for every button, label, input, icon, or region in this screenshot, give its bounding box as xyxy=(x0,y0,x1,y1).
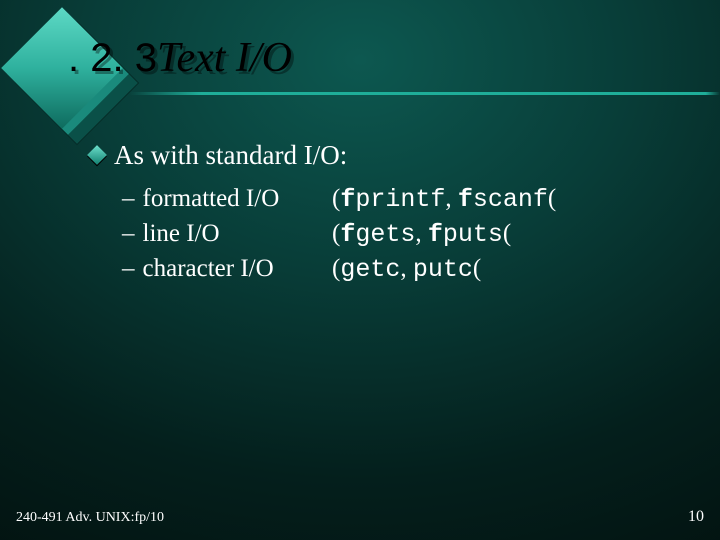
section-number: . 2. 3 xyxy=(68,36,157,80)
list-item: –character I/O(getc, putc( xyxy=(122,255,556,284)
io-functions: (fgets, fputs( xyxy=(332,220,511,249)
io-type-label: –line I/O xyxy=(122,220,332,249)
io-functions: (fprintf, fscanf( xyxy=(332,185,556,214)
slide-body: As with standard I/O: –formatted I/O(fpr… xyxy=(90,140,556,290)
lead-text: As with standard I/O: xyxy=(114,140,347,170)
io-functions: (getc, putc( xyxy=(332,255,481,284)
io-type-label: –character I/O xyxy=(122,255,332,284)
lead-line: As with standard I/O: xyxy=(90,140,556,171)
title-text: Text I/O xyxy=(157,35,292,81)
title-underline xyxy=(0,92,720,95)
page-number: 10 xyxy=(688,508,704,526)
footer-left: 240-491 Adv. UNIX:fp/10 xyxy=(16,510,164,526)
slide-title: . 2. 3Text I/O xyxy=(68,34,292,82)
list-item: –formatted I/O(fprintf, fscanf( xyxy=(122,185,556,214)
io-list: –formatted I/O(fprintf, fscanf(–line I/O… xyxy=(122,185,556,284)
list-item: –line I/O(fgets, fputs( xyxy=(122,220,556,249)
io-type-label: –formatted I/O xyxy=(122,185,332,214)
diamond-bullet-icon xyxy=(87,145,107,165)
